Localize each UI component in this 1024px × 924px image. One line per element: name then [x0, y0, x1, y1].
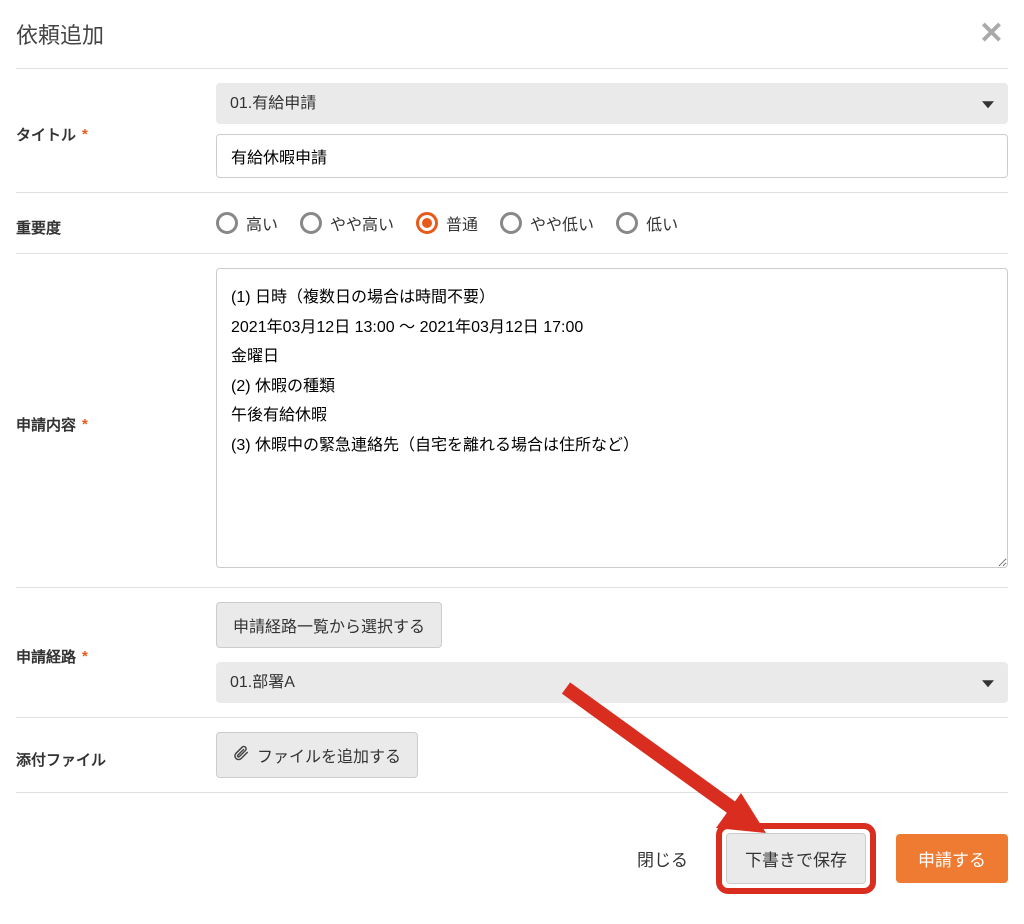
required-mark: * — [82, 416, 88, 433]
radio-icon — [300, 212, 322, 234]
label-content-text: 申請内容 — [16, 414, 76, 435]
label-importance-text: 重要度 — [16, 217, 61, 238]
radio-icon — [500, 212, 522, 234]
label-content: 申請内容 * — [16, 406, 216, 435]
modal-title: 依頼追加 — [16, 18, 104, 50]
label-title-text: タイトル — [16, 124, 76, 145]
radio-icon — [416, 212, 438, 234]
importance-option-somewhat-high[interactable]: やや高い — [300, 211, 394, 235]
close-icon[interactable]: ✕ — [975, 19, 1008, 49]
label-importance: 重要度 — [16, 209, 216, 238]
radio-label: 高い — [246, 211, 278, 235]
add-file-button[interactable]: ファイルを追加する — [216, 732, 418, 778]
label-attachment: 添付ファイル — [16, 741, 216, 770]
radio-label: やや低い — [530, 211, 594, 235]
label-title: タイトル * — [16, 116, 216, 145]
label-attachment-text: 添付ファイル — [16, 749, 106, 770]
required-mark: * — [82, 648, 88, 665]
title-template-select[interactable]: 01.有給申請 — [216, 83, 1008, 124]
label-route: 申請経路 * — [16, 638, 216, 667]
label-route-text: 申請経路 — [16, 646, 76, 667]
close-button[interactable]: 閉じる — [629, 836, 696, 881]
importance-option-low[interactable]: 低い — [616, 211, 678, 235]
radio-label: 普通 — [446, 211, 478, 235]
importance-option-normal[interactable]: 普通 — [416, 211, 478, 235]
title-input[interactable] — [216, 134, 1008, 178]
importance-radio-group: 高い やや高い 普通 やや低い 低い — [216, 207, 1008, 239]
radio-icon — [616, 212, 638, 234]
submit-button[interactable]: 申請する — [896, 834, 1008, 883]
required-mark: * — [82, 126, 88, 143]
select-route-button[interactable]: 申請経路一覧から選択する — [216, 602, 442, 648]
select-route-button-label: 申請経路一覧から選択する — [233, 613, 425, 637]
radio-label: 低い — [646, 211, 678, 235]
route-select[interactable]: 01.部署A — [216, 662, 1008, 703]
radio-icon — [216, 212, 238, 234]
importance-option-somewhat-low[interactable]: やや低い — [500, 211, 594, 235]
add-file-button-label: ファイルを追加する — [257, 743, 401, 767]
radio-label: やや高い — [330, 211, 394, 235]
annotation-highlight: 下書きで保存 — [716, 823, 876, 894]
content-textarea[interactable] — [216, 268, 1008, 568]
save-draft-button[interactable]: 下書きで保存 — [726, 833, 866, 884]
paperclip-icon — [233, 745, 249, 766]
importance-option-high[interactable]: 高い — [216, 211, 278, 235]
